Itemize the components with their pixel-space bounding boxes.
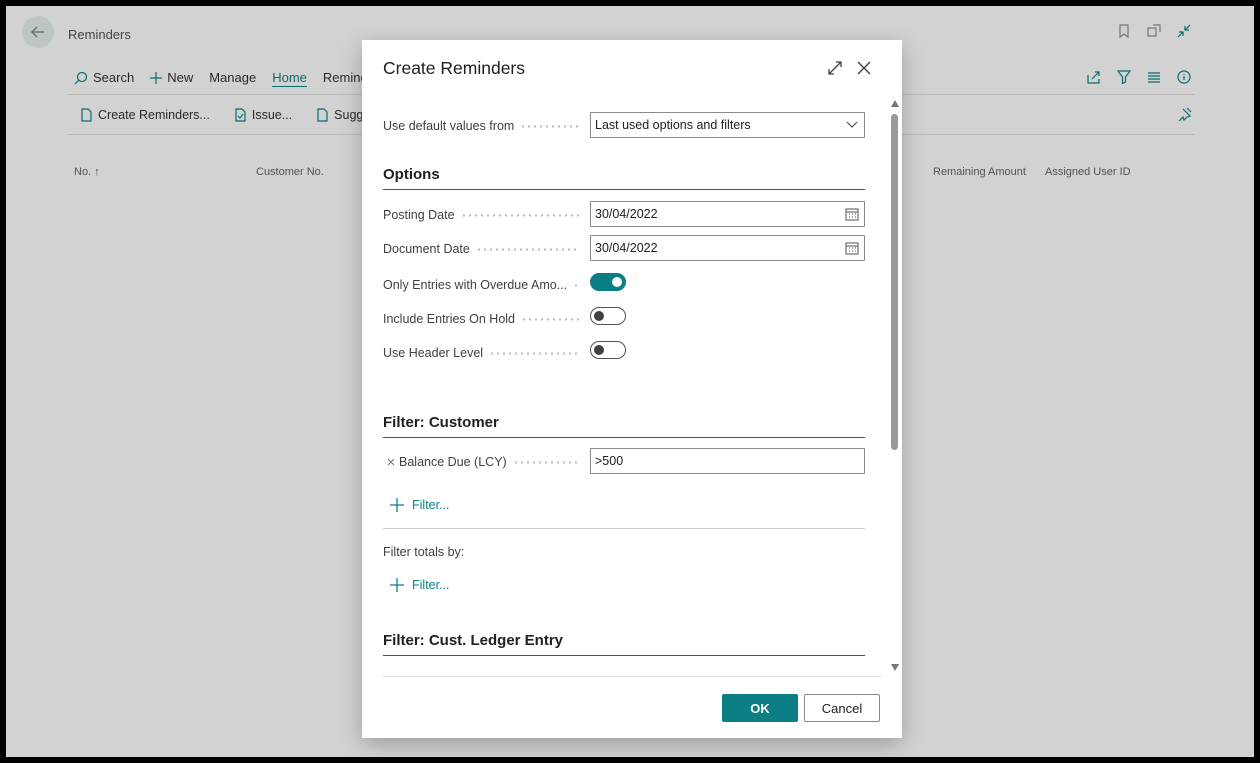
- scroll-thumb[interactable]: [891, 114, 898, 450]
- document-date-field[interactable]: 30/04/2022: [590, 235, 865, 261]
- toggle-knob: [612, 277, 622, 287]
- default-values-row: Use default values from Last used option…: [383, 112, 865, 138]
- create-reminders-dialog: Create Reminders Use default values from…: [362, 40, 902, 738]
- toggle-knob: [594, 311, 604, 321]
- dialog-footer: OK Cancel: [362, 676, 902, 738]
- options-section-header: Options: [383, 166, 865, 190]
- chevron-down-icon: [844, 117, 860, 133]
- filter-totals-label: Filter totals by:: [383, 545, 465, 559]
- footer-divider: [383, 676, 881, 677]
- posting-date-label: Posting Date: [383, 207, 583, 223]
- default-values-select[interactable]: Last used options and filters: [590, 112, 865, 138]
- add-customer-filter-link[interactable]: Filter...: [390, 498, 450, 512]
- remove-filter-icon[interactable]: [387, 458, 395, 466]
- calendar-icon[interactable]: [844, 206, 860, 222]
- scroll-down-arrow[interactable]: [891, 664, 899, 671]
- dialog-title: Create Reminders: [383, 58, 525, 78]
- overdue-toggle-label: Only Entries with Overdue Amo...: [383, 277, 583, 293]
- dialog-scrollbar[interactable]: [888, 100, 902, 676]
- on-hold-toggle-label: Include Entries On Hold: [383, 311, 583, 327]
- posting-date-row: Posting Date 30/04/2022: [383, 201, 865, 227]
- close-icon[interactable]: [856, 60, 872, 79]
- balance-filter-row: Balance Due (LCY) >500: [383, 448, 865, 474]
- add-totals-filter-link[interactable]: Filter...: [390, 578, 450, 592]
- expand-icon[interactable]: [827, 60, 843, 79]
- header-level-toggle-row: Use Header Level: [383, 339, 865, 365]
- balance-filter-label: Balance Due (LCY): [383, 454, 583, 470]
- customer-filter-section-header: Filter: Customer: [383, 414, 865, 438]
- on-hold-entries-toggle[interactable]: [590, 307, 626, 325]
- overdue-entries-toggle[interactable]: [590, 273, 626, 291]
- add-filter-label: Filter...: [412, 498, 450, 512]
- plus-icon: [390, 498, 404, 512]
- scroll-up-arrow[interactable]: [891, 100, 899, 107]
- header-level-toggle-label: Use Header Level: [383, 345, 583, 361]
- overdue-toggle-row: Only Entries with Overdue Amo...: [383, 271, 865, 297]
- on-hold-toggle-row: Include Entries On Hold: [383, 305, 865, 331]
- document-date-row: Document Date 30/04/2022: [383, 235, 865, 261]
- app-window: Reminders Search New Manage Home Remind …: [6, 6, 1254, 757]
- calendar-icon[interactable]: [844, 240, 860, 256]
- posting-date-field[interactable]: 30/04/2022: [590, 201, 865, 227]
- ledger-filter-section-header: Filter: Cust. Ledger Entry: [383, 632, 865, 656]
- header-level-toggle[interactable]: [590, 341, 626, 359]
- add-totals-filter-label: Filter...: [412, 578, 450, 592]
- cancel-button[interactable]: Cancel: [804, 694, 880, 722]
- document-date-label: Document Date: [383, 241, 583, 257]
- default-values-label: Use default values from: [383, 118, 583, 134]
- plus-icon: [390, 578, 404, 592]
- divider: [383, 528, 865, 529]
- toggle-knob: [594, 345, 604, 355]
- balance-filter-field[interactable]: >500: [590, 448, 865, 474]
- dialog-body: Use default values from Last used option…: [362, 100, 888, 676]
- ok-button[interactable]: OK: [722, 694, 798, 722]
